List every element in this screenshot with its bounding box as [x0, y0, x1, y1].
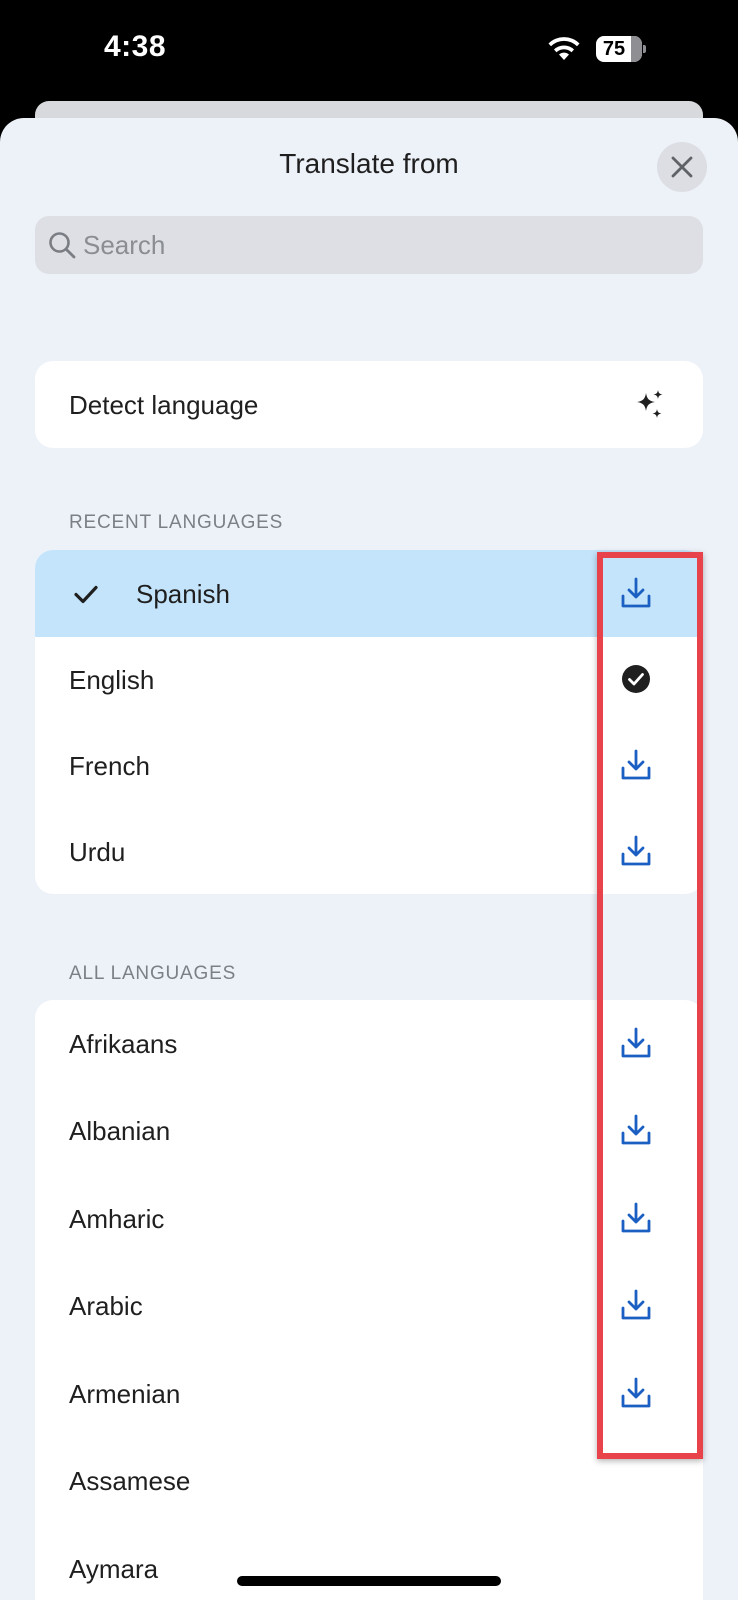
all-languages-header: ALL LANGUAGES [69, 963, 237, 984]
download-icon[interactable] [619, 575, 653, 611]
language-label: Aymara [69, 1554, 159, 1584]
download-icon[interactable] [619, 833, 653, 869]
recent-languages-header: RECENT LANGUAGES [69, 512, 284, 533]
status-time: 4:38 [104, 30, 167, 63]
sheet-title: Translate from [279, 148, 459, 179]
language-label: English [69, 665, 155, 695]
language-label: Assamese [69, 1466, 191, 1496]
language-label: Arabic [69, 1291, 143, 1321]
download-icon[interactable] [619, 1112, 653, 1148]
status-bar: 4:38 75 [0, 0, 738, 100]
language-row-spanish[interactable]: Spanish [35, 550, 703, 637]
wifi-icon [548, 37, 580, 60]
language-row-assamese[interactable]: Assamese [35, 1437, 703, 1524]
search-input[interactable] [83, 216, 683, 274]
detect-language-label: Detect language [69, 390, 259, 420]
checkmark-icon [74, 585, 98, 604]
language-label: Albanian [69, 1116, 171, 1146]
all-languages-list: Afrikaans Albanian Amharic Arabic Armeni… [35, 1000, 703, 1600]
search-bar[interactable] [35, 216, 703, 274]
language-row-amharic[interactable]: Amharic [35, 1175, 703, 1262]
download-icon[interactable] [619, 1287, 653, 1323]
language-row-arabic[interactable]: Arabic [35, 1262, 703, 1349]
language-label: Amharic [69, 1204, 165, 1234]
close-icon [671, 156, 693, 178]
language-row-afrikaans[interactable]: Afrikaans [35, 1000, 703, 1087]
language-label: Spanish [136, 579, 230, 609]
language-row-english[interactable]: English [35, 636, 703, 723]
download-icon[interactable] [619, 1375, 653, 1411]
language-label: Urdu [69, 837, 126, 867]
language-row-armenian[interactable]: Armenian [35, 1350, 703, 1437]
language-row-aymara[interactable]: Aymara [35, 1525, 703, 1600]
sparkle-icon [637, 390, 663, 418]
translate-from-sheet: Translate from Detect language RECENT LA… [0, 118, 738, 1600]
download-icon[interactable] [619, 747, 653, 783]
language-label: Armenian [69, 1379, 181, 1409]
download-icon[interactable] [619, 1025, 653, 1061]
download-icon[interactable] [619, 1200, 653, 1236]
downloaded-check-icon [622, 665, 650, 693]
search-icon [49, 232, 76, 259]
recent-languages-list: Spanish English French Urdu [35, 550, 703, 894]
detect-language-row[interactable]: Detect language [35, 361, 703, 448]
language-row-french[interactable]: French [35, 722, 703, 809]
home-indicator[interactable] [237, 1576, 501, 1586]
language-row-urdu[interactable]: Urdu [35, 808, 703, 894]
battery-level: 75 [602, 38, 626, 60]
language-label: French [69, 751, 150, 781]
language-label: Afrikaans [69, 1029, 178, 1059]
battery-indicator: 75 [596, 36, 646, 62]
language-row-albanian[interactable]: Albanian [35, 1087, 703, 1174]
close-button[interactable] [657, 142, 707, 192]
